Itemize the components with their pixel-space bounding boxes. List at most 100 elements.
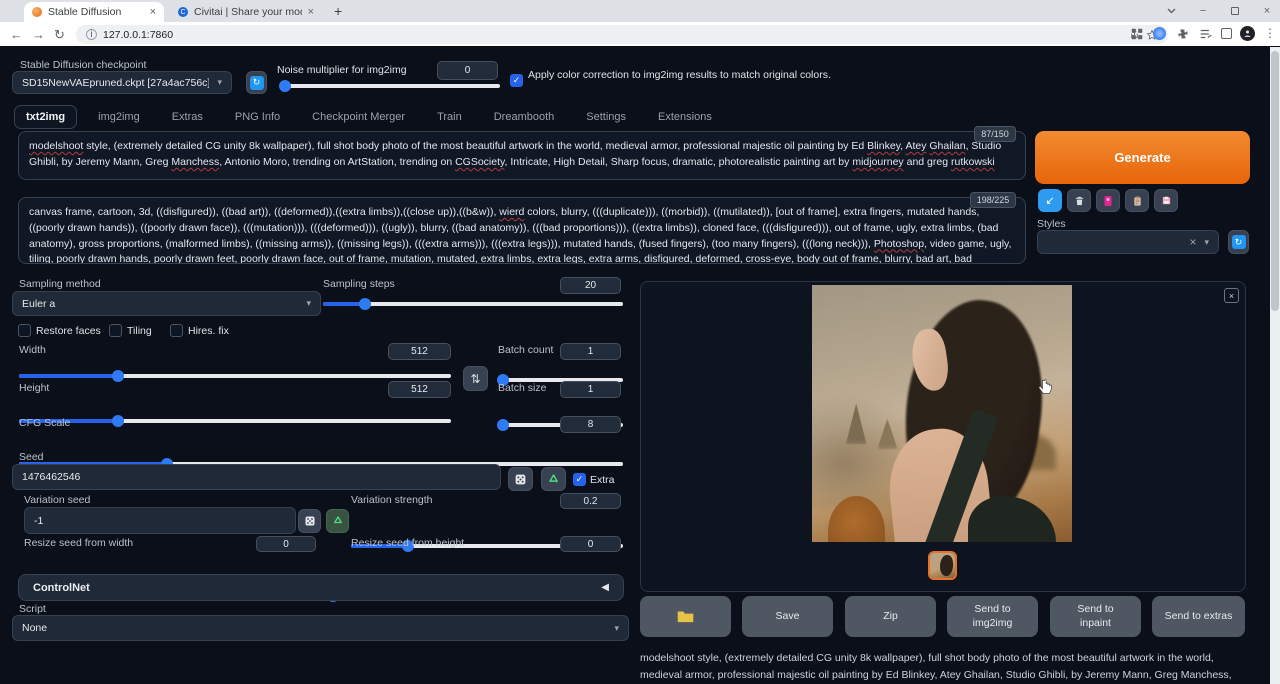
resize-seed-height-label: Resize seed from height: [351, 537, 464, 549]
color-correction-checkbox[interactable]: ✓: [510, 74, 523, 87]
noise-multiplier-value[interactable]: 0: [437, 61, 498, 80]
tab-img2img[interactable]: img2img: [87, 106, 151, 128]
variation-seed-input[interactable]: -1: [24, 507, 296, 534]
hires-fix-checkbox[interactable]: [170, 324, 183, 337]
window-close-icon[interactable]: ×: [1258, 2, 1276, 20]
styles-dropdown[interactable]: × ▾: [1037, 230, 1219, 254]
width-label: Width: [19, 344, 46, 356]
extra-networks-button[interactable]: [1096, 189, 1120, 212]
sampling-method-dropdown[interactable]: Euler a ▾: [12, 291, 321, 316]
resize-seed-width-value[interactable]: 0: [256, 536, 316, 552]
window-chevron-icon[interactable]: [1162, 2, 1180, 20]
prompt-textarea[interactable]: modelshoot style, (extremely detailed CG…: [18, 131, 1026, 180]
profile-avatar[interactable]: [1240, 26, 1255, 41]
batch-size-label: Batch size: [498, 382, 546, 394]
gradio-favicon: [32, 7, 42, 17]
extra-seed-checkbox[interactable]: ✓: [573, 473, 586, 486]
tiling-checkbox[interactable]: [109, 324, 122, 337]
extensions-grid-icon[interactable]: [1130, 27, 1144, 41]
floppy-save-icon: [1161, 195, 1172, 206]
tab-checkpoint-merger[interactable]: Checkpoint Merger: [301, 106, 416, 128]
seed-input[interactable]: 1476462546: [12, 464, 501, 490]
clear-styles-icon[interactable]: ×: [1189, 235, 1196, 249]
chevron-down-icon: ▾: [1204, 237, 1209, 248]
site-info-icon[interactable]: i: [86, 29, 97, 40]
browser-menu-icon[interactable]: ⋮: [1264, 26, 1276, 40]
gallery-thumbnail-selected[interactable]: [928, 551, 957, 580]
tab-extensions[interactable]: Extensions: [647, 106, 723, 128]
generate-button[interactable]: Generate: [1035, 131, 1250, 184]
tab-close-icon[interactable]: ×: [308, 6, 314, 18]
variation-strength-value[interactable]: 0.2: [560, 493, 621, 509]
reuse-seed-button[interactable]: [541, 467, 566, 491]
window-minimize-icon[interactable]: −: [1194, 2, 1212, 20]
apply-styles-button[interactable]: [1125, 189, 1149, 212]
reuse-variation-seed-button[interactable]: [326, 509, 349, 533]
refresh-icon: ↻: [1232, 235, 1246, 249]
script-dropdown[interactable]: None ▾: [12, 615, 629, 641]
recycle-icon: [332, 515, 344, 527]
prompt-tools-row: ↙: [1038, 189, 1178, 212]
reading-list-icon[interactable]: [1199, 28, 1213, 40]
scrollbar-thumb[interactable]: [1271, 51, 1279, 311]
browser-tab-civitai[interactable]: C Civitai | Share your models ×: [170, 2, 322, 22]
negative-prompt-textarea[interactable]: canvas frame, cartoon, 3d, ((disfigured)…: [18, 197, 1026, 264]
tab-train[interactable]: Train: [426, 106, 473, 128]
sampling-steps-slider[interactable]: [323, 302, 623, 306]
puzzle-icon[interactable]: [1176, 27, 1190, 41]
back-icon[interactable]: ←: [10, 28, 23, 41]
batch-count-value[interactable]: 1: [560, 343, 621, 360]
generated-image[interactable]: [812, 285, 1072, 542]
cursor-hand: [1038, 379, 1053, 396]
url-text: 127.0.0.1:7860: [103, 29, 173, 41]
noise-multiplier-label: Noise multiplier for img2img: [277, 64, 407, 76]
width-value[interactable]: 512: [388, 343, 451, 360]
tab-png-info[interactable]: PNG Info: [224, 106, 291, 128]
new-tab-button[interactable]: +: [334, 3, 342, 19]
save-style-button[interactable]: [1154, 189, 1178, 212]
page-scrollbar[interactable]: [1270, 47, 1280, 684]
address-bar[interactable]: i 127.0.0.1:7860: [76, 25, 1168, 44]
random-seed-button[interactable]: [508, 467, 533, 491]
send-to-inpaint-button[interactable]: Send to inpaint: [1050, 596, 1141, 637]
window-maximize-icon[interactable]: [1226, 2, 1244, 20]
tab-txt2img[interactable]: txt2img: [14, 105, 77, 129]
paste-generation-params-button[interactable]: ↙: [1038, 189, 1062, 212]
clear-prompt-button[interactable]: [1067, 189, 1091, 212]
side-panel-icon[interactable]: [1221, 28, 1232, 39]
color-correction-label: Apply color correction to img2img result…: [528, 68, 858, 83]
send-to-img2img-button[interactable]: Send to img2img: [947, 596, 1038, 637]
send-to-extras-button[interactable]: Send to extras: [1152, 596, 1245, 637]
batch-size-value[interactable]: 1: [560, 381, 621, 398]
tab-settings[interactable]: Settings: [575, 106, 637, 128]
sampling-steps-value[interactable]: 20: [560, 277, 621, 294]
tiling-label: Tiling: [127, 325, 152, 337]
browser-tab-stable-diffusion[interactable]: Stable Diffusion ×: [24, 2, 164, 22]
checkpoint-dropdown[interactable]: SD15NewVAEpruned.ckpt [27a4ac756c] ▾: [12, 71, 232, 94]
refresh-checkpoints-button[interactable]: ↻: [246, 71, 267, 94]
open-folder-button[interactable]: [640, 596, 731, 637]
extension-blue-icon[interactable]: [1153, 27, 1166, 40]
save-button[interactable]: Save: [742, 596, 833, 637]
width-slider[interactable]: [19, 374, 451, 378]
resize-seed-height-value[interactable]: 0: [560, 536, 621, 552]
tab-extras[interactable]: Extras: [161, 106, 214, 128]
tab-dreambooth[interactable]: Dreambooth: [483, 106, 566, 128]
swap-width-height-button[interactable]: ⇅: [463, 366, 488, 391]
noise-multiplier-slider[interactable]: [281, 84, 500, 88]
zip-button[interactable]: Zip: [845, 596, 936, 637]
refresh-styles-button[interactable]: ↻: [1228, 230, 1249, 254]
height-slider[interactable]: [19, 419, 451, 423]
extra-seed-label: Extra: [590, 474, 615, 486]
resize-seed-width-label: Resize seed from width: [24, 537, 133, 549]
cfg-scale-value[interactable]: 8: [560, 416, 621, 433]
restore-faces-checkbox[interactable]: [18, 324, 31, 337]
controlnet-accordion[interactable]: ControlNet ◀: [18, 574, 624, 601]
random-variation-seed-button[interactable]: [298, 509, 321, 533]
tab-close-icon[interactable]: ×: [150, 6, 156, 18]
forward-icon[interactable]: →: [32, 28, 45, 41]
height-value[interactable]: 512: [388, 381, 451, 398]
reload-icon[interactable]: ↻: [54, 28, 65, 41]
arrow-down-left-icon: ↙: [1045, 194, 1054, 207]
close-image-icon[interactable]: ×: [1224, 288, 1239, 303]
